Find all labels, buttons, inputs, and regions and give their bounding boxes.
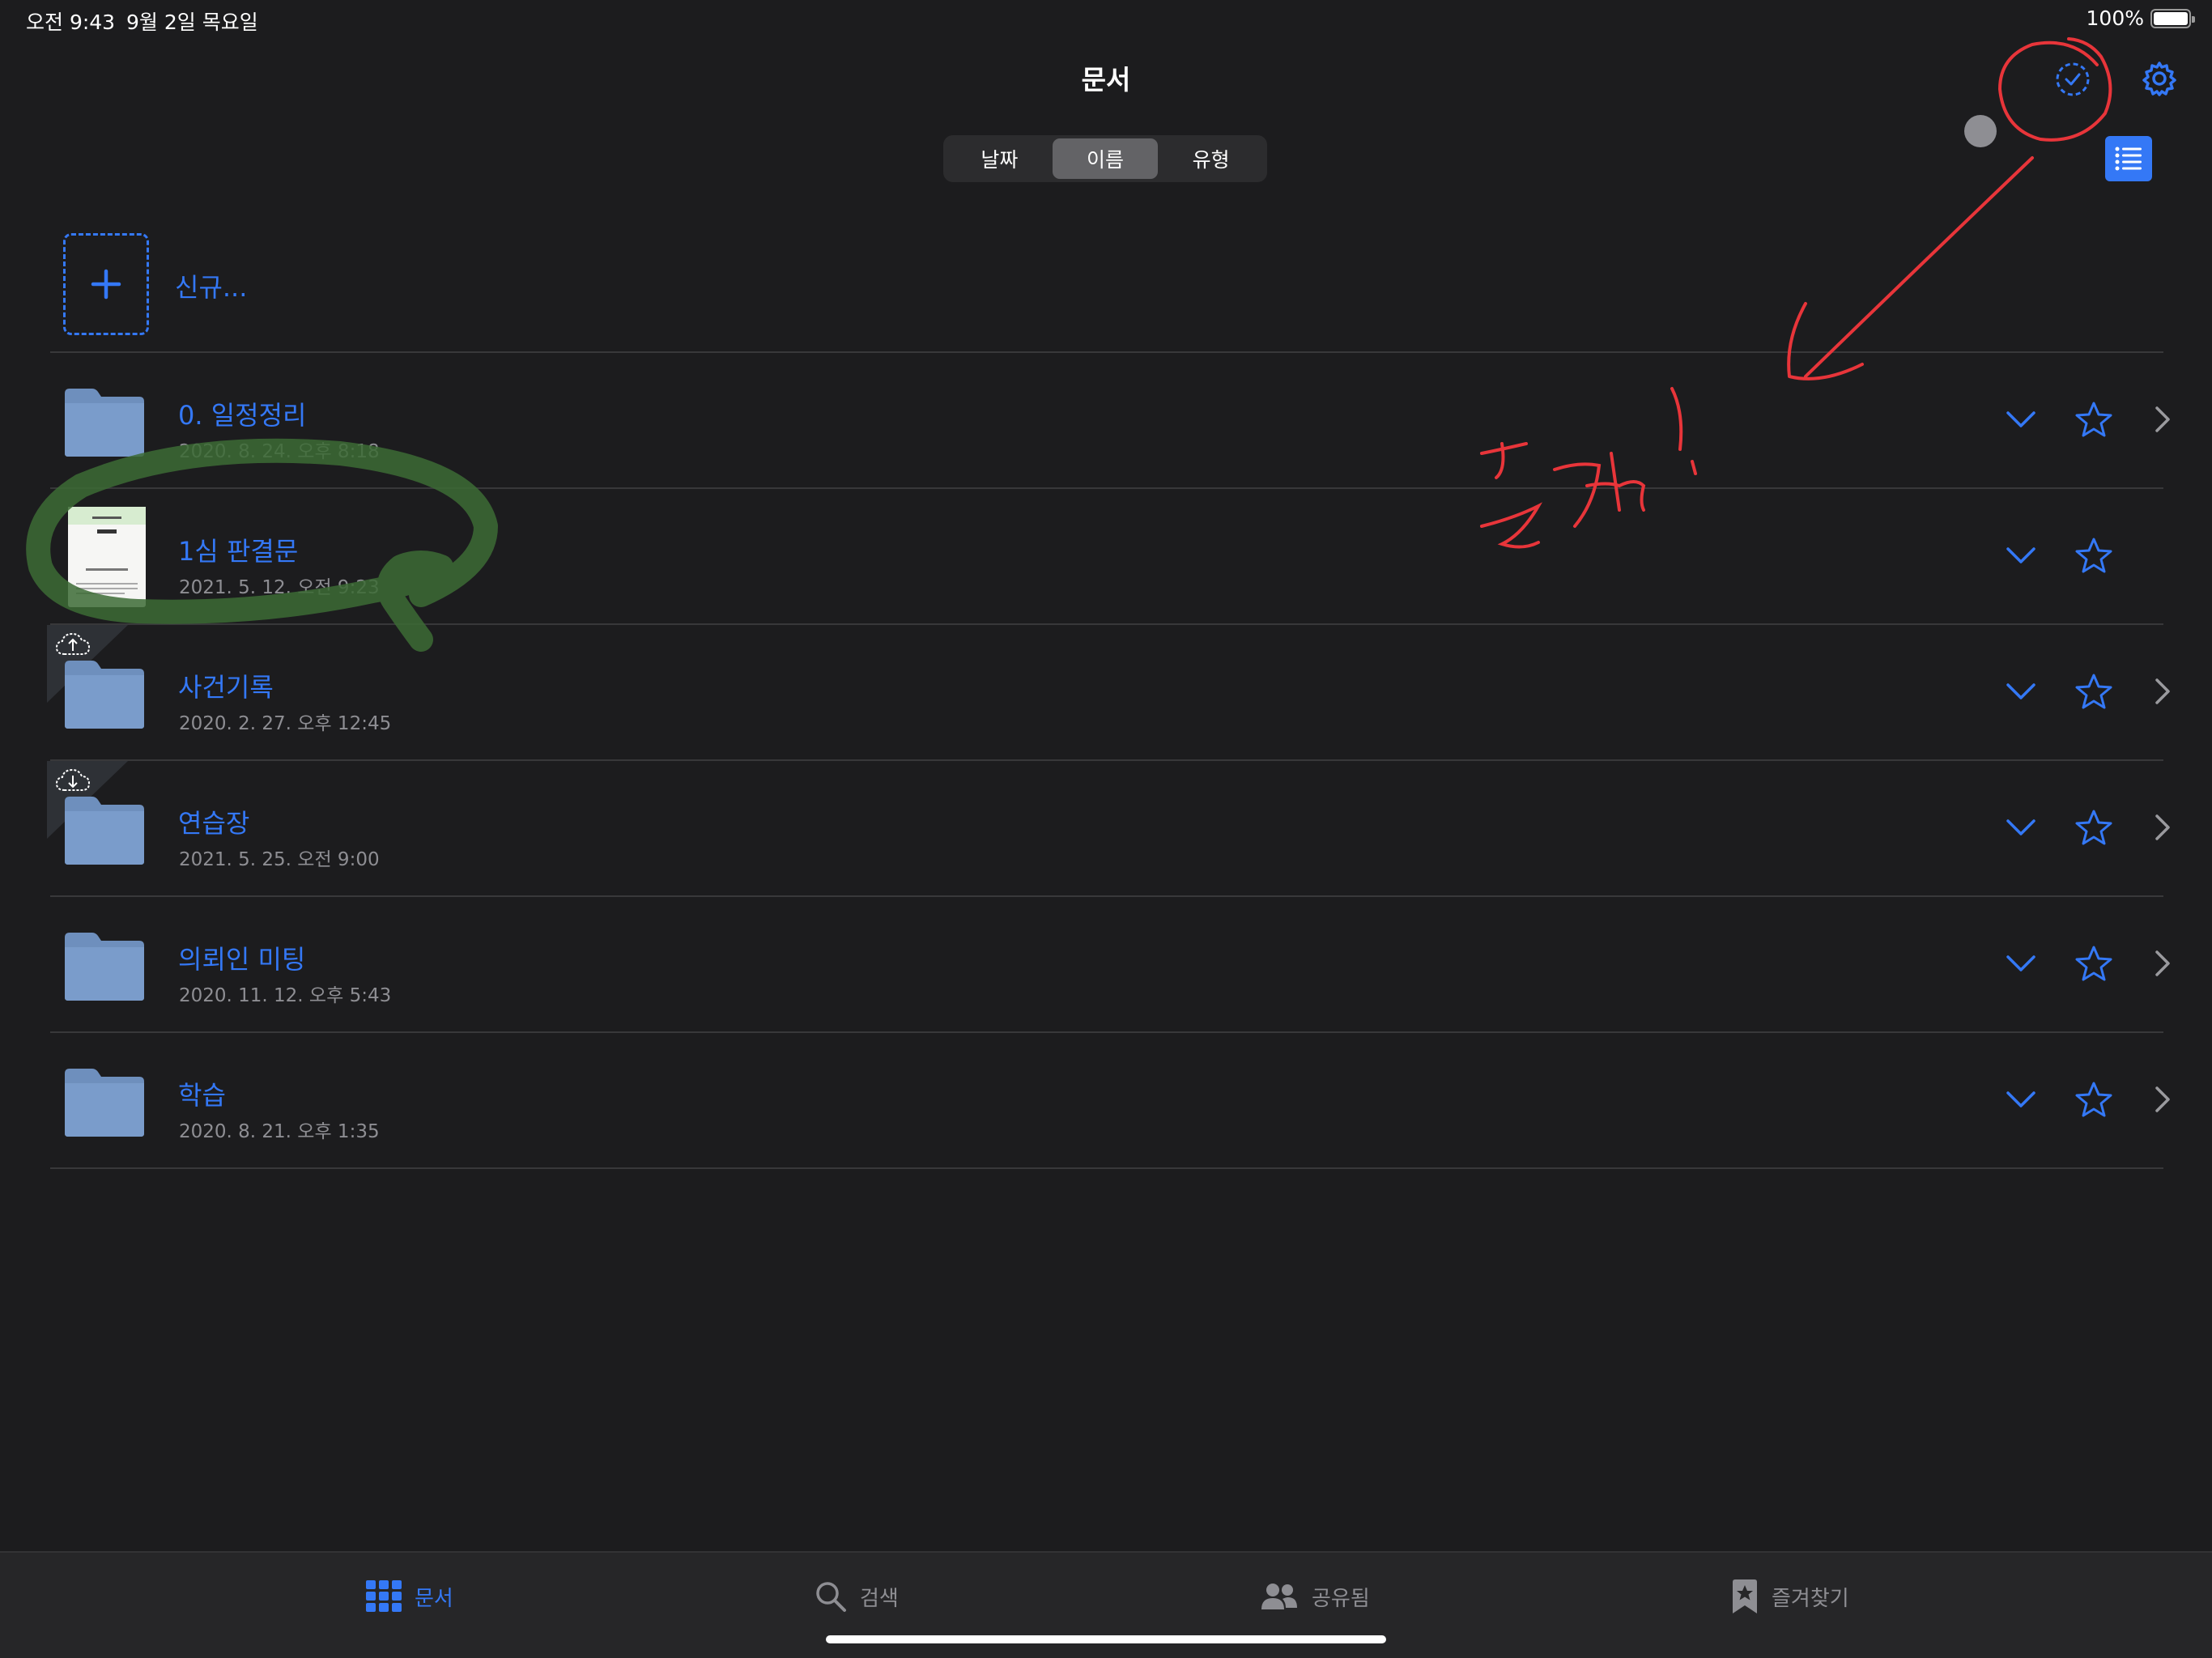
chevron-right-icon[interactable]: [2146, 946, 2178, 981]
item-date: 2020. 8. 24. 오후 8:18: [179, 441, 380, 462]
list-item[interactable]: 사건기록 2020. 2. 27. 오후 12:45: [47, 625, 2170, 759]
assistive-touch-dot[interactable]: [1964, 115, 1997, 147]
item-date: 2021. 5. 12. 오전 9:23: [179, 577, 380, 598]
folder-icon: [65, 797, 144, 865]
status-bar: 오전 9:43 9월 2일 목요일 100%: [0, 0, 2212, 39]
star-icon[interactable]: [2074, 400, 2113, 439]
chevron-down-icon[interactable]: [2003, 674, 2039, 709]
item-date: 2021. 5. 25. 오전 9:00: [179, 849, 380, 870]
star-icon[interactable]: [2074, 672, 2113, 711]
item-date: 2020. 8. 21. 오후 1:35: [179, 1121, 380, 1142]
document-preview-icon: [68, 507, 146, 594]
list-view-icon: [2115, 147, 2142, 171]
people-icon: [1261, 1584, 1297, 1609]
tab-label: 즐겨찾기: [1772, 1586, 1849, 1611]
list-item[interactable]: 연습장 2021. 5. 25. 오전 9:00: [47, 761, 2170, 895]
chevron-down-icon[interactable]: [2003, 538, 2039, 573]
item-title: 학습: [178, 1080, 226, 1111]
chevron-down-icon[interactable]: [2003, 1082, 2039, 1117]
sort-segmented-control: 날짜 이름 유형: [943, 135, 1267, 182]
sort-by-date[interactable]: 날짜: [946, 138, 1053, 179]
settings-button[interactable]: [2140, 59, 2179, 98]
divider: [50, 1167, 2163, 1169]
document-thumbnail: [68, 507, 146, 607]
item-date: 2020. 11. 12. 오후 5:43: [179, 985, 392, 1006]
tab-documents[interactable]: 문서: [366, 1577, 453, 1616]
tab-shared[interactable]: 공유됨: [1260, 1577, 1370, 1616]
page-title: 문서: [1081, 64, 1131, 96]
star-icon[interactable]: [2074, 808, 2113, 847]
chevron-down-icon[interactable]: [2003, 946, 2039, 981]
new-document-label: 신규...: [175, 272, 248, 303]
star-icon[interactable]: [2074, 944, 2113, 983]
tab-label: 문서: [415, 1586, 453, 1611]
sort-by-type[interactable]: 유형: [1158, 138, 1264, 179]
battery-icon: [2150, 8, 2195, 28]
tab-label: 검색: [860, 1586, 899, 1611]
gear-icon: [2142, 62, 2176, 96]
status-right: 100%: [2086, 6, 2195, 30]
plus-icon: [91, 269, 121, 300]
list-item[interactable]: 의뢰인 미팅 2020. 11. 12. 오후 5:43: [50, 897, 2170, 1031]
status-date: 9월 2일 목요일: [126, 11, 258, 34]
chevron-down-icon[interactable]: [2003, 810, 2039, 845]
chevron-right-icon[interactable]: [2146, 402, 2178, 437]
item-title: 0. 일정정리: [178, 400, 307, 431]
search-icon: [816, 1582, 846, 1612]
checkmark-circle-dashed-icon: [2056, 62, 2090, 96]
home-indicator: [826, 1635, 1386, 1643]
tab-search[interactable]: 검색: [815, 1577, 899, 1616]
chevron-right-icon[interactable]: [2146, 674, 2178, 709]
battery-percent: 100%: [2086, 6, 2144, 30]
folder-icon: [65, 933, 144, 1001]
star-icon[interactable]: [2074, 1080, 2113, 1119]
list-item[interactable]: 1심 판결문 2021. 5. 12. 오전 9:23: [50, 489, 2163, 623]
chevron-down-icon[interactable]: [2003, 402, 2039, 437]
folder-icon: [65, 1069, 144, 1137]
item-date: 2020. 2. 27. 오후 12:45: [179, 713, 392, 734]
list-view-button[interactable]: [2105, 136, 2152, 181]
new-document-box: [63, 233, 149, 335]
tab-label: 공유됨: [1312, 1586, 1370, 1611]
item-title: 연습장: [178, 808, 250, 839]
grid-icon: [366, 1580, 402, 1612]
item-title: 사건기록: [178, 672, 274, 703]
folder-icon: [65, 389, 144, 457]
list-item[interactable]: 학습 2020. 8. 21. 오후 1:35: [50, 1033, 2170, 1167]
tab-favorites[interactable]: 즐겨찾기: [1731, 1577, 1849, 1616]
sort-by-name[interactable]: 이름: [1052, 138, 1159, 179]
new-document-button[interactable]: 신규...: [50, 232, 2163, 351]
chevron-right-icon[interactable]: [2146, 1082, 2178, 1117]
status-time: 오전 9:43: [26, 11, 116, 34]
list-item[interactable]: 0. 일정정리 2020. 8. 24. 오후 8:18: [50, 353, 2170, 487]
chevron-right-icon[interactable]: [2146, 810, 2178, 845]
folder-icon: [65, 661, 144, 729]
star-icon[interactable]: [2074, 536, 2113, 575]
item-title: 의뢰인 미팅: [178, 944, 306, 975]
bookmark-star-icon: [1733, 1579, 1757, 1613]
select-button[interactable]: [2053, 60, 2092, 99]
item-title: 1심 판결문: [178, 536, 299, 567]
